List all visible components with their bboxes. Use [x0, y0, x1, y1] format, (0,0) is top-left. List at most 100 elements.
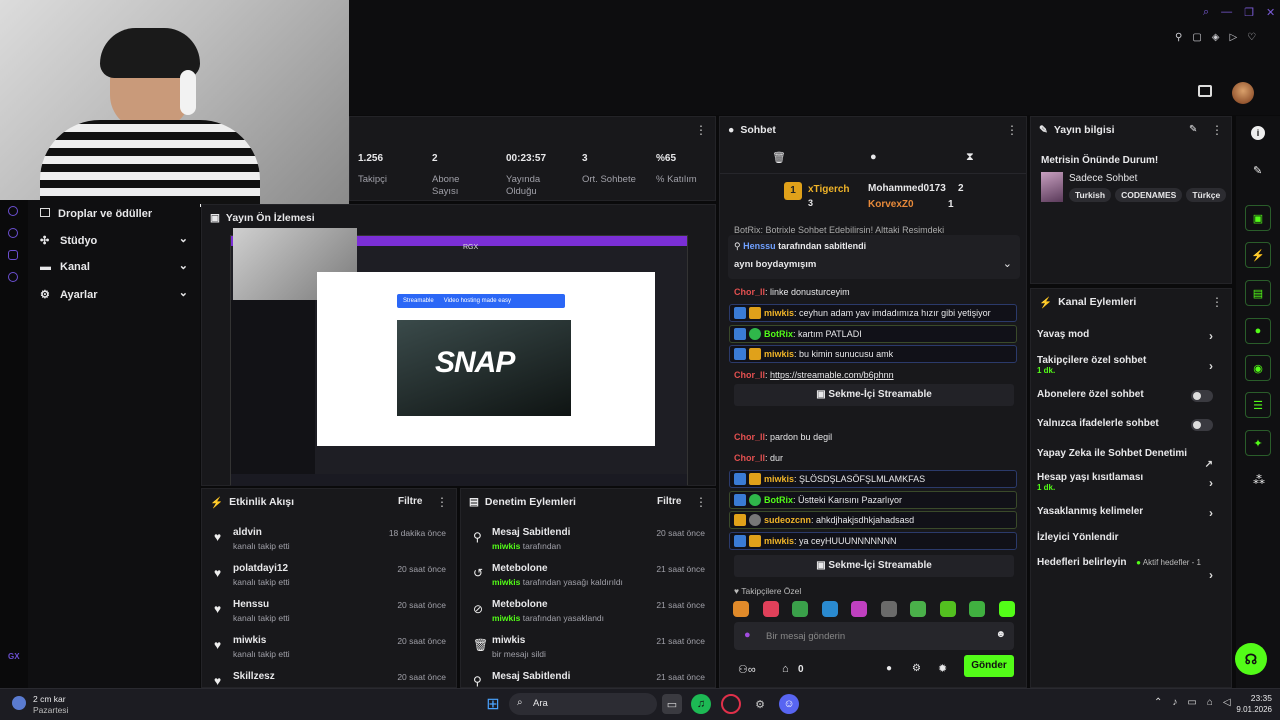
- chat-username[interactable]: miwkis: [764, 308, 794, 318]
- moderation-menu-icon[interactable]: ⋮: [695, 495, 707, 509]
- hourglass-icon[interactable]: ⧗: [966, 151, 974, 164]
- channel-action-row[interactable]: İzleyici Yönlendir: [1037, 532, 1225, 554]
- chat-username[interactable]: BotRix: [764, 329, 793, 339]
- info-menu-icon[interactable]: ⋮: [1211, 123, 1223, 137]
- emote-icon[interactable]: [821, 601, 838, 617]
- emote-icon[interactable]: [910, 601, 926, 617]
- activity-row[interactable]: ♥ miwkis kanalı takip etti 20 saat önce: [202, 633, 456, 667]
- chat-message[interactable]: miwkis: ya ceyHUUUNNNNNNN: [729, 532, 1017, 550]
- rail-icon-3[interactable]: [8, 250, 18, 260]
- pencil-icon[interactable]: ✎: [1253, 164, 1262, 177]
- toggle-switch[interactable]: [1191, 419, 1213, 431]
- chat-message[interactable]: Chor_ll: linke donusturceyim: [734, 287, 850, 297]
- display-icon[interactable]: ▭: [1187, 697, 1196, 708]
- activity-filter-button[interactable]: Filtre: [398, 496, 422, 507]
- chat-message[interactable]: miwkis: bu kimin sunucusu amk: [729, 345, 1017, 363]
- rail-icon-2[interactable]: [8, 228, 18, 238]
- network-icon[interactable]: ⌂: [1207, 697, 1213, 708]
- chat-username[interactable]: sudeozcnn: [764, 515, 811, 525]
- minimize-icon[interactable]: —: [1221, 6, 1232, 20]
- actions-menu-icon[interactable]: ⋮: [1211, 295, 1223, 309]
- crop-icon[interactable]: ▢: [1192, 32, 1201, 46]
- mic-icon[interactable]: ♪: [1172, 697, 1177, 708]
- play-icon[interactable]: ▷: [1229, 32, 1237, 46]
- channel-action-row[interactable]: Yavaş mod ›: [1037, 329, 1225, 351]
- weather-widget[interactable]: 2 cm kar Pazartesi: [12, 692, 102, 716]
- category-name[interactable]: Sadece Sohbet: [1069, 173, 1137, 184]
- emote-icon[interactable]: [792, 601, 808, 617]
- chat-message[interactable]: Chor_ll: dur: [734, 453, 783, 463]
- chat-text[interactable]: https://streamable.com/b6phnn: [770, 370, 894, 380]
- activity-row[interactable]: ♥ polatdayi12 kanalı takip etti 20 saat …: [202, 561, 456, 595]
- rail-button-bolt[interactable]: ⚡: [1245, 242, 1271, 268]
- chat-username[interactable]: miwkis: [764, 474, 794, 484]
- nav-studyo[interactable]: ✣ Stüdyo ⌄: [40, 233, 188, 248]
- channel-action-row[interactable]: Yapay Zeka ile Sohbet Denetimi ↗: [1037, 448, 1225, 470]
- chat-message[interactable]: BotRix: kartım PATLADI: [729, 325, 1017, 343]
- users-icon[interactable]: ⚇∞: [738, 663, 756, 676]
- taskbar-search[interactable]: ⌕ Ara: [509, 693, 657, 715]
- send-button[interactable]: Gönder: [964, 655, 1014, 677]
- app-icon[interactable]: ⚙: [750, 694, 770, 714]
- tag[interactable]: Turkish: [1069, 188, 1112, 202]
- rail-button-list[interactable]: ☰: [1245, 392, 1271, 418]
- nav-droplar[interactable]: Droplar ve ödüller: [40, 208, 190, 222]
- chat-username[interactable]: BotRix: [764, 495, 793, 505]
- activity-row[interactable]: ♥ aldvin kanalı takip etti 18 dakika önc…: [202, 525, 456, 559]
- moderation-filter-button[interactable]: Filtre: [657, 496, 681, 507]
- store-icon[interactable]: ⌂: [782, 663, 789, 675]
- activity-row[interactable]: ♥ Henssu kanalı takip etti 20 saat önce: [202, 597, 456, 631]
- rail-button-camera[interactable]: ▣: [1245, 205, 1271, 231]
- channel-action-row[interactable]: Yalnızca ifadelerle sohbet: [1037, 418, 1225, 440]
- emote-icon[interactable]: [762, 601, 779, 617]
- chat-username[interactable]: Chor_ll: [734, 453, 765, 463]
- rail-button-notes[interactable]: ▤: [1245, 280, 1271, 306]
- pinned-message[interactable]: ⚲ Henssu tarafından sabitlendi aynı boyd…: [728, 235, 1020, 279]
- channel-action-row[interactable]: Hedefleri belirleyin ● Aktif hedefler - 1…: [1037, 557, 1225, 582]
- edit-icon[interactable]: ✎: [1189, 124, 1197, 135]
- spotify-icon[interactable]: ♫: [691, 694, 711, 714]
- emote-icon[interactable]: [969, 601, 985, 617]
- chevron-up-icon[interactable]: ⌃: [1154, 697, 1162, 708]
- emote-icon[interactable]: [733, 601, 749, 617]
- moderation-row[interactable]: ↺ Metebolone miwkis tarafından yasağı ka…: [461, 561, 715, 595]
- emote-icon[interactable]: [880, 601, 897, 617]
- tag[interactable]: Türkçe: [1186, 188, 1227, 202]
- chat-message[interactable]: miwkis: ceyhun adam yav imdadımıza hızır…: [729, 304, 1017, 322]
- volume-icon[interactable]: ◁: [1223, 697, 1231, 708]
- moderation-row[interactable]: ⊘ Metebolone miwkis tarafından yasakland…: [461, 597, 715, 631]
- avatar[interactable]: [1232, 82, 1254, 104]
- nav-ayarlar[interactable]: ⚙ Ayarlar ⌄: [40, 287, 188, 302]
- shield-icon[interactable]: ◈: [1212, 32, 1220, 46]
- streamable-embed[interactable]: ▣ Sekme-İçi Streamable: [734, 555, 1014, 577]
- stats-menu-icon[interactable]: ⋮: [695, 123, 707, 137]
- emoji-icon[interactable]: ☻: [995, 629, 1006, 640]
- rail-icon-4[interactable]: [8, 272, 18, 282]
- chat-username[interactable]: Chor_ll: [734, 287, 765, 297]
- chat-message[interactable]: sudeozcnn: ahkdjhakjsdhkjahadsasd: [729, 511, 1017, 529]
- tag[interactable]: CODENAMES: [1115, 188, 1183, 202]
- activity-menu-icon[interactable]: ⋮: [436, 495, 448, 509]
- clock[interactable]: 23:35 9.01.2026: [1232, 693, 1272, 714]
- discord-icon[interactable]: ☺: [779, 694, 799, 714]
- moderation-row[interactable]: 🗑 miwkis bir mesajı sildi 21 saat önce: [461, 633, 715, 667]
- trash-icon[interactable]: 🗑: [772, 151, 786, 164]
- channel-action-row[interactable]: Abonelere özel sohbet: [1037, 389, 1225, 411]
- emote-icon[interactable]: [851, 601, 867, 617]
- streamable-embed[interactable]: ▣ Sekme-İçi Streamable: [734, 384, 1014, 406]
- gear-icon[interactable]: ⚙: [912, 663, 921, 674]
- close-icon[interactable]: ✕: [1266, 6, 1275, 20]
- chat-menu-icon[interactable]: ⋮: [1006, 123, 1018, 137]
- heart-icon[interactable]: ♡: [1247, 32, 1256, 46]
- nav-kanal[interactable]: ▬ Kanal ⌄: [40, 260, 188, 275]
- toggle-switch[interactable]: [1191, 390, 1213, 402]
- chat-message[interactable]: BotRix: Üstteki Karısını Pazarlıyor: [729, 491, 1017, 509]
- chat-username[interactable]: miwkis: [764, 536, 794, 546]
- badge-icon[interactable]: ✹: [938, 662, 947, 675]
- channel-action-row[interactable]: Yasaklanmış kelimeler ›: [1037, 506, 1225, 528]
- emote-icon[interactable]: [939, 601, 956, 617]
- chevron-down-icon[interactable]: ⌄: [1003, 257, 1012, 270]
- rail-button-wrench[interactable]: ✦: [1245, 430, 1271, 456]
- mic-icon[interactable]: ●: [744, 629, 751, 641]
- message-icon[interactable]: ●: [870, 151, 877, 163]
